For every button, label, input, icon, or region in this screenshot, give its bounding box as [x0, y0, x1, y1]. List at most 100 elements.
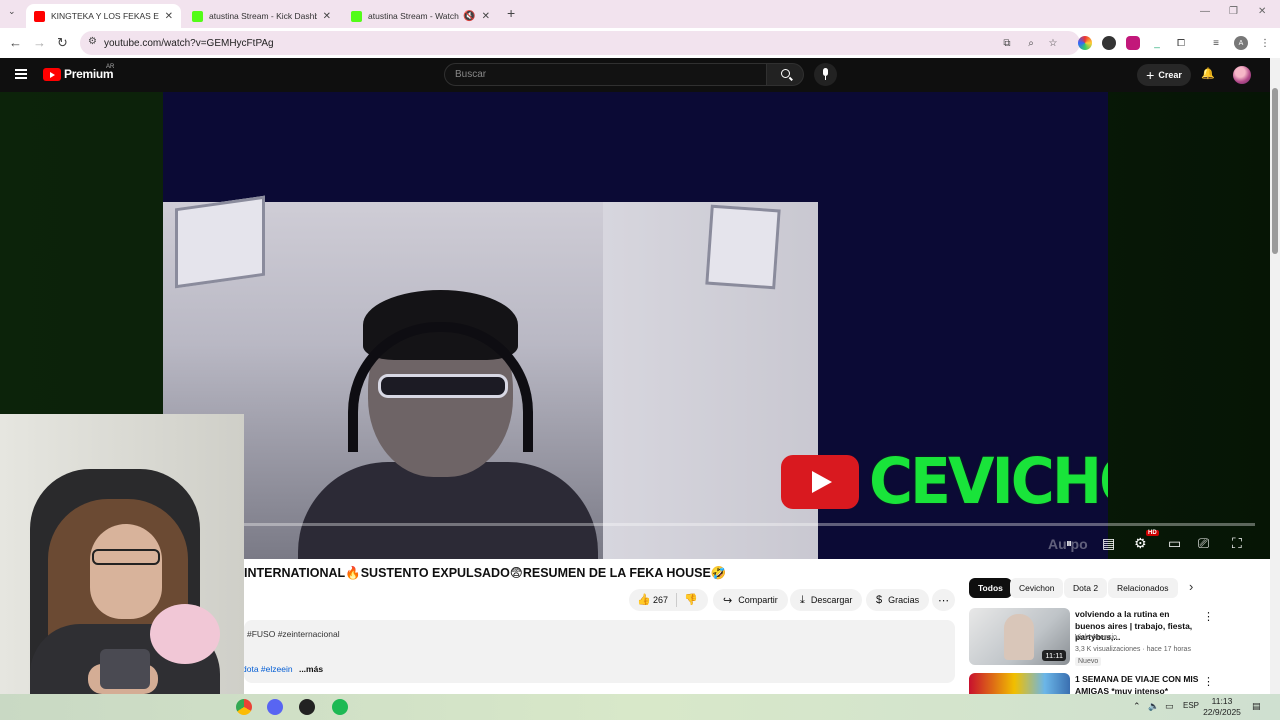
chip-cevichon[interactable]: Cevichon	[1010, 578, 1064, 598]
extensions-puzzle-icon[interactable]: ⧠	[1174, 36, 1188, 50]
rec-channel[interactable]: Viole Asensio	[1075, 634, 1117, 641]
description-link[interactable]: dota #elzeein	[242, 664, 293, 674]
cast-icon[interactable]: ⎚	[1198, 535, 1209, 551]
notifications-icon[interactable]: ▤	[1252, 701, 1261, 712]
chip-todos[interactable]: Todos	[969, 578, 1012, 598]
obs-app-icon[interactable]	[299, 699, 315, 715]
tab-kick-watch[interactable]: atustina Stream - Watch Liv 🔇 ✕	[343, 4, 498, 28]
chip-relacionados[interactable]: Relacionados	[1108, 578, 1178, 598]
show-more-button[interactable]: ...más	[299, 664, 323, 674]
list-item[interactable]: 11:11 volviendo a la rutina en buenos ai…	[969, 608, 1219, 666]
list-item[interactable]: 1 SEMANA DE VIAJE CON MIS AMIGAS *muy in…	[969, 673, 1219, 694]
video-title: INTERNATIONAL🔥SUSTENTO EXPULSADO😨RESUMEN…	[244, 566, 727, 580]
webcam-overlay	[0, 414, 244, 720]
share-button[interactable]: ↪ Compartir	[713, 589, 788, 611]
hd-badge: HD	[1146, 530, 1159, 536]
extension-colorful-icon[interactable]	[1078, 36, 1092, 50]
search-button[interactable]	[766, 63, 804, 86]
video-person	[298, 282, 598, 559]
thanks-icon: $	[876, 594, 883, 606]
extension-dark-icon[interactable]	[1102, 36, 1116, 50]
tray-chevron-icon[interactable]: ⌃	[1133, 701, 1141, 712]
minimize-icon[interactable]: —	[1200, 6, 1210, 17]
cevichon-text: CEVICHON	[869, 445, 1108, 519]
voice-search-icon[interactable]	[814, 63, 837, 86]
zoom-icon[interactable]: ⌕	[1024, 36, 1038, 50]
share-label: Compartir	[738, 595, 778, 605]
more-actions-button[interactable]: ⋯	[932, 589, 955, 611]
tab-search-icon[interactable]: ⌄	[8, 6, 16, 17]
kick-favicon-icon	[192, 10, 203, 22]
page-scrollbar[interactable]	[1270, 58, 1280, 694]
plus-icon: +	[1146, 67, 1155, 83]
windows-taskbar: ⌃ 🔈 ▭ ESP 11:13 22/9/2025 ▤	[0, 694, 1280, 720]
create-label: Crear	[1158, 70, 1182, 80]
clock-date: 22/9/2025	[1203, 707, 1241, 717]
rec-title[interactable]: 1 SEMANA DE VIAJE CON MIS AMIGAS *muy in…	[1075, 674, 1200, 694]
url-bar[interactable]: ⚙ youtube.com/watch?v=GEMHycFtPAg ⧉ ⌕ ☆	[80, 31, 1080, 55]
video-progress-bar[interactable]	[244, 523, 1255, 526]
extension-shield-icon[interactable]	[1126, 36, 1140, 50]
tab-title: atustina Stream - Watch Liv	[368, 11, 461, 21]
scrollbar-thumb[interactable]	[1272, 88, 1278, 254]
discord-app-icon[interactable]	[267, 699, 283, 715]
forward-icon[interactable]: →	[33, 35, 46, 50]
avatar[interactable]	[1233, 66, 1251, 84]
create-button[interactable]: + Crear	[1137, 64, 1191, 86]
close-tab-icon[interactable]: ✕	[482, 11, 490, 22]
like-icon[interactable]: 👍	[637, 593, 651, 606]
subtitles-icon[interactable]: ▤	[1102, 535, 1115, 551]
tab-youtube[interactable]: KINGTEKA Y LOS FEKAS EN EL 2 ✕	[26, 4, 181, 28]
fullscreen-icon[interactable]: ⛶	[1232, 535, 1242, 551]
new-tab-icon[interactable]: +	[507, 5, 515, 21]
thanks-label: Gracias	[888, 595, 920, 605]
tab-kick-dashboard[interactable]: atustina Stream - Kick Dashboa ✕	[184, 4, 339, 28]
description-box[interactable]: #FUSO #zeinternacional dota #elzeein ...…	[242, 620, 955, 683]
chips-next-icon[interactable]: ›	[1189, 579, 1193, 594]
rec-menu-icon[interactable]: ⋮	[1203, 675, 1214, 688]
video-thumbnail[interactable]: 11:11	[969, 608, 1070, 665]
hamburger-menu-icon[interactable]	[15, 69, 27, 79]
spotify-app-icon[interactable]	[332, 699, 348, 715]
extension-line-icon[interactable]: _	[1150, 36, 1164, 50]
search-input[interactable]: Buscar	[444, 63, 767, 86]
like-count[interactable]: 267	[653, 595, 668, 605]
media-control-icon[interactable]: ≡	[1209, 36, 1223, 50]
settings-gear-icon[interactable]: ⚙	[1134, 535, 1147, 551]
youtube-logo-icon[interactable]	[43, 68, 61, 81]
more-horiz-icon: ⋯	[938, 594, 949, 607]
video-thumbnail[interactable]	[969, 673, 1070, 694]
profile-icon[interactable]: A	[1234, 36, 1248, 50]
download-button[interactable]: ⤓ Descargar	[790, 589, 863, 611]
reload-icon[interactable]: ↻	[57, 35, 68, 51]
notifications-bell-icon[interactable]: 🔔	[1201, 68, 1215, 80]
phone	[100, 649, 150, 689]
rec-views: 3,3 K visualizaciones · hace 17 horas	[1075, 646, 1191, 653]
theater-mode-icon[interactable]: ▭	[1168, 535, 1181, 551]
thanks-button[interactable]: $ Gracias	[866, 589, 930, 611]
close-window-icon[interactable]: ✕	[1258, 6, 1266, 17]
dislike-icon[interactable]: 👎	[684, 593, 698, 606]
chip-dota2[interactable]: Dota 2	[1064, 578, 1108, 598]
site-info-icon[interactable]: ⚙	[88, 36, 97, 47]
restore-icon[interactable]: ❐	[1229, 6, 1238, 17]
mute-tab-icon[interactable]: 🔇	[463, 11, 475, 22]
chrome-app-icon[interactable]	[236, 699, 252, 715]
player-controls: Au po ⏸ ▤ ⚙ HD ▭ ⎚ ⛶	[1040, 530, 1270, 556]
autoplay-toggle-icon[interactable]: ⏸	[1066, 535, 1072, 551]
country-code: AR	[106, 64, 115, 70]
close-tab-icon[interactable]: ✕	[165, 11, 173, 22]
video-player[interactable]: CEVICHON	[163, 92, 1108, 559]
menu-kebab-icon[interactable]: ⋮	[1258, 36, 1272, 50]
bookmark-star-icon[interactable]: ☆	[1046, 36, 1060, 50]
download-icon: ⤓	[800, 593, 805, 606]
like-dislike-group: 👍 267 👎	[629, 589, 708, 611]
rec-menu-icon[interactable]: ⋮	[1203, 610, 1214, 623]
system-clock[interactable]: 11:13 22/9/2025	[1197, 696, 1247, 718]
back-icon[interactable]: ←	[9, 35, 22, 50]
youtube-play-logo-icon	[781, 455, 859, 509]
volume-icon[interactable]: 🔈	[1148, 701, 1159, 712]
install-icon[interactable]: ⧉	[1000, 36, 1014, 50]
close-tab-icon[interactable]: ✕	[323, 11, 331, 22]
network-icon[interactable]: ▭	[1165, 701, 1174, 712]
